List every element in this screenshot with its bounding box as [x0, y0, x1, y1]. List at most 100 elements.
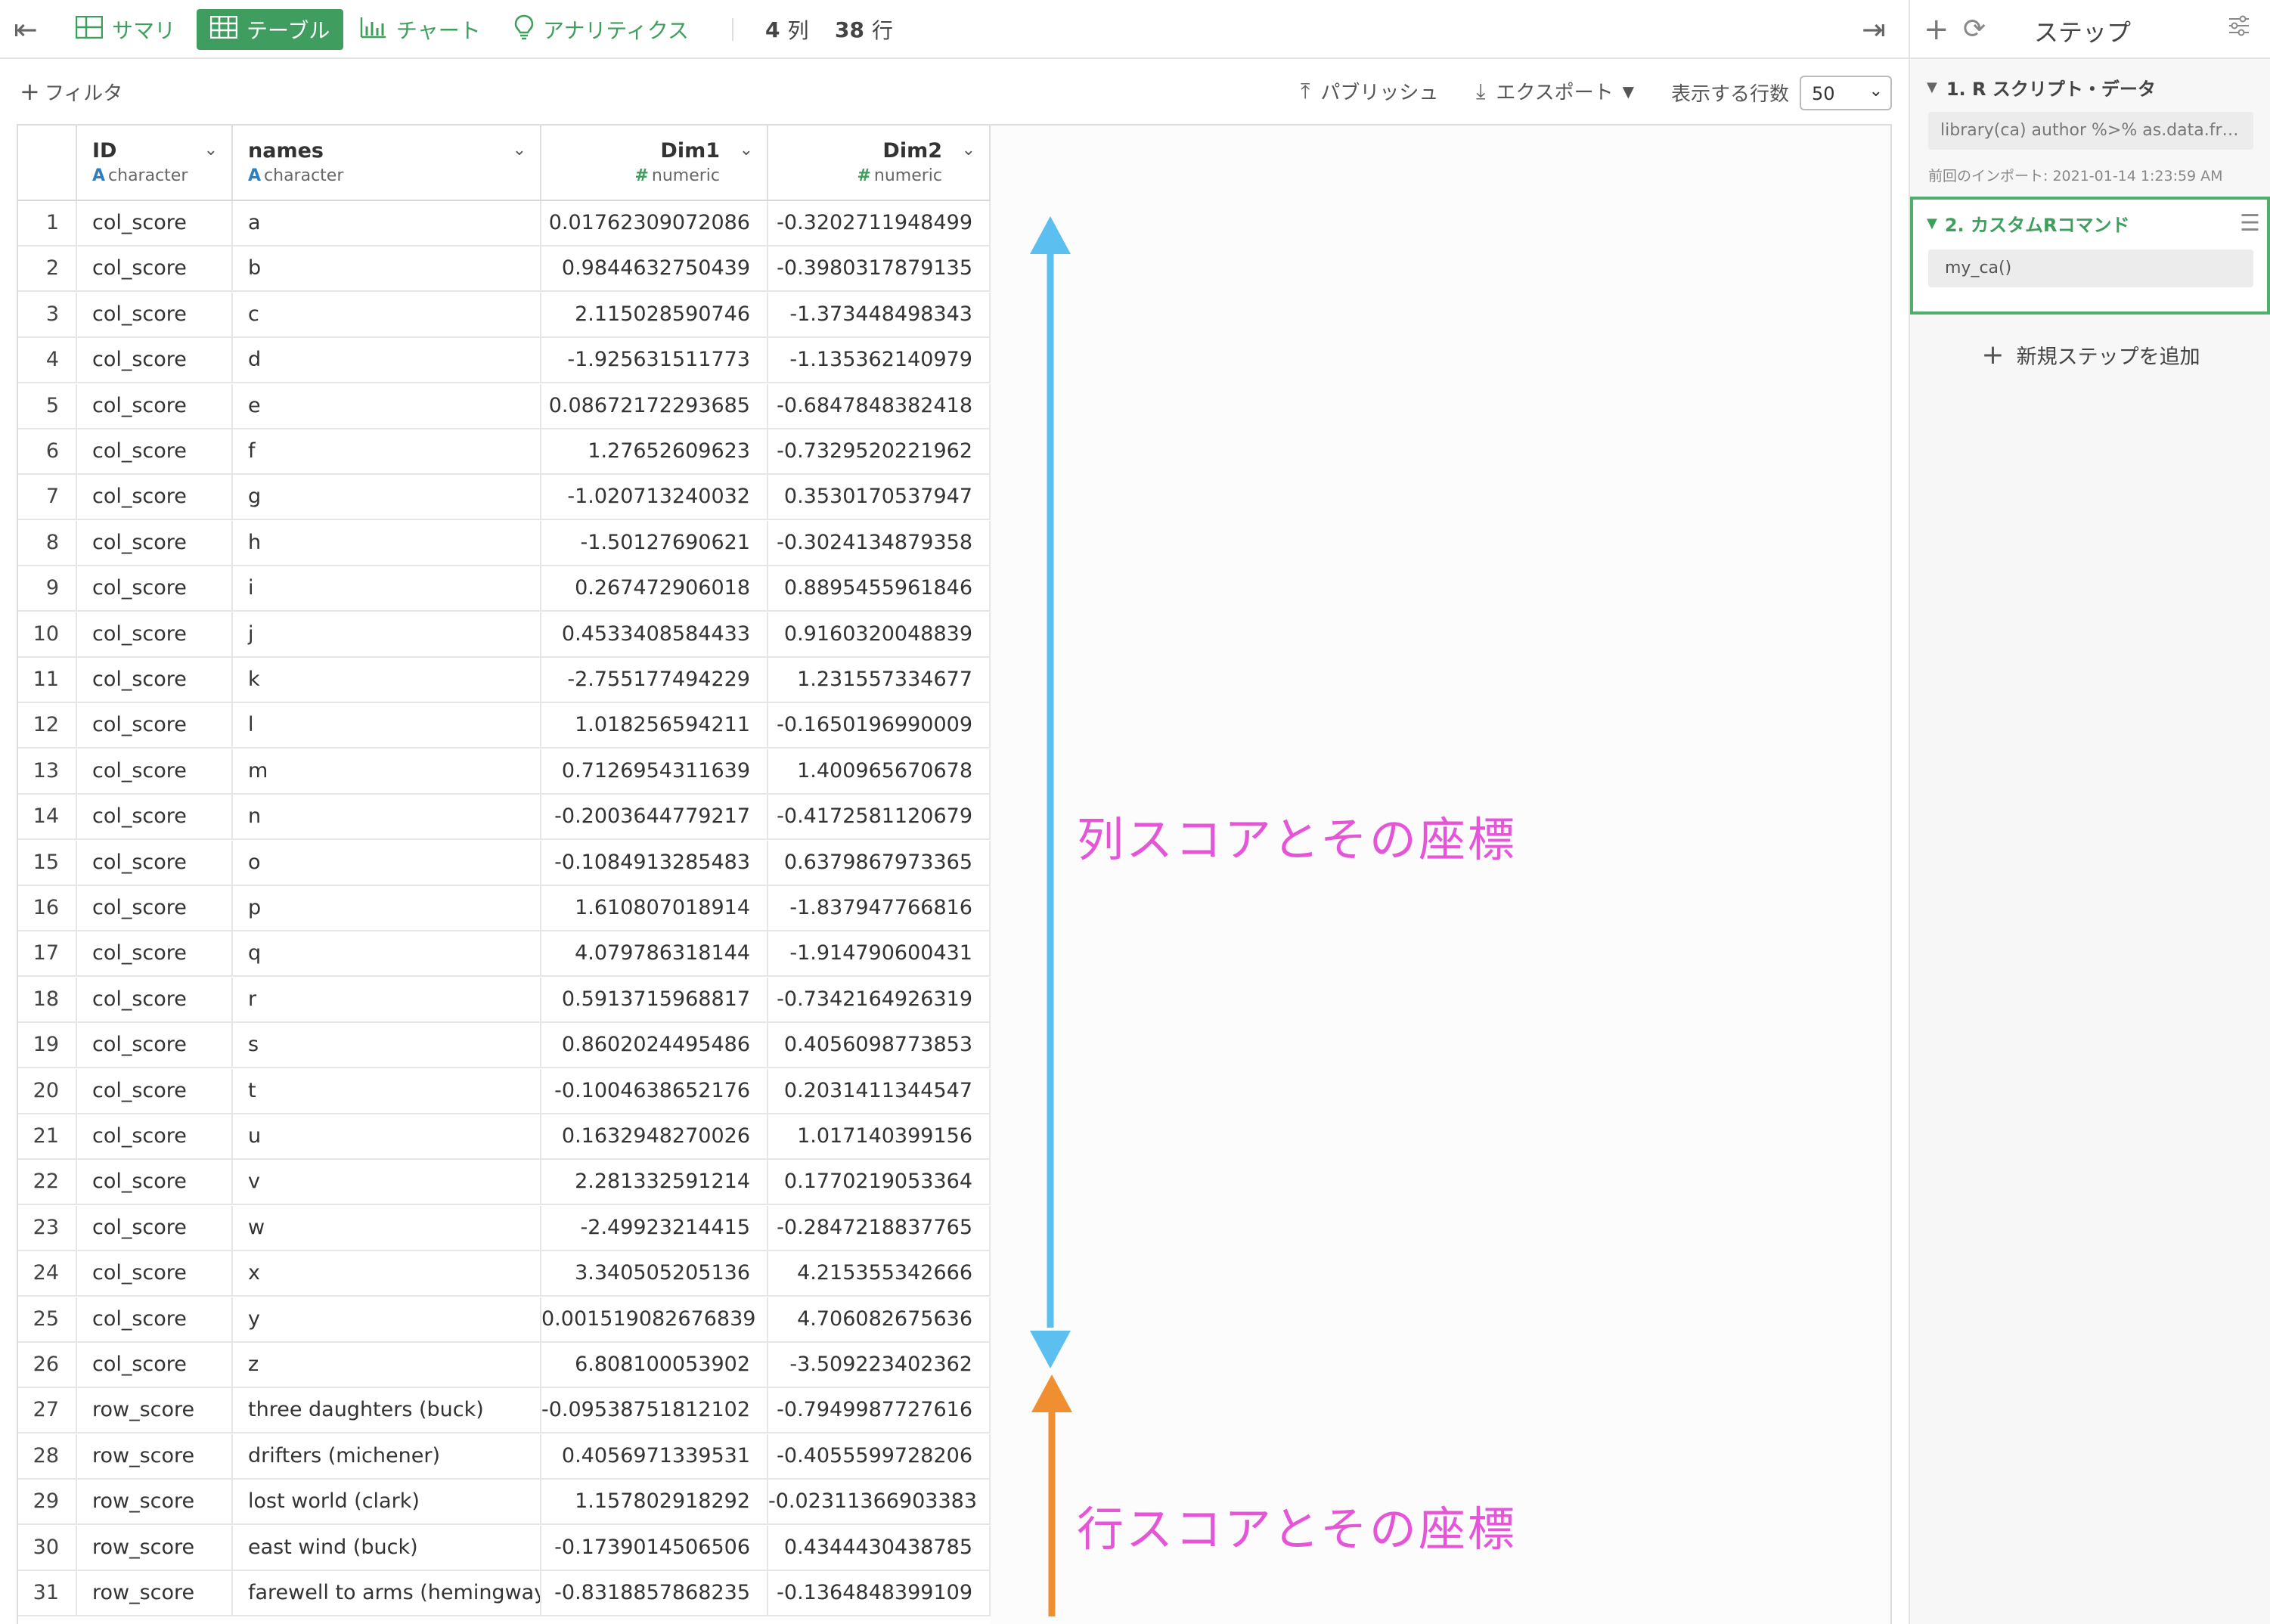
step-1-header[interactable]: ▼ 1. R スクリプト・データ — [1927, 74, 2156, 101]
names-cell: q — [233, 931, 541, 976]
table-row[interactable]: 5 col_score e 0.08672172293685 -0.6847848382… — [18, 383, 991, 429]
table-header: ID Acharacter ⌄ names Acharacter ⌄ Dim1 # numeri… — [18, 126, 991, 201]
row-index-header — [18, 126, 77, 200]
dim1-cell: 6.808100053902 — [541, 1343, 768, 1387]
tab-table[interactable]: テーブル — [197, 9, 344, 50]
dim1-cell: -0.2003644779217 — [541, 795, 768, 839]
table-row[interactable]: 27 row_score three daughters (buck) -0.0953… — [18, 1388, 991, 1434]
rows-shown-select[interactable]: 50 ⌄ — [1800, 76, 1892, 110]
column-type: # numeric — [634, 166, 720, 185]
table-row[interactable]: 19 col_score s 0.8602024495486 0.40560987738… — [18, 1023, 991, 1069]
table-row[interactable]: 4 col_score d -1.925631511773 -1.13536214097… — [18, 338, 991, 384]
chevron-down-icon: ⌄ — [1868, 82, 1883, 101]
table-row[interactable]: 12 col_score l 1.018256594211 -0.16501969900… — [18, 703, 991, 749]
dim2-cell: 0.6379867973365 — [768, 840, 991, 885]
id-cell: col_score — [77, 1023, 233, 1068]
column-header-dim2[interactable]: Dim2 # numeric ⌄ — [768, 126, 991, 200]
collapse-right-icon[interactable]: ⇥ — [1862, 0, 1886, 59]
table-row[interactable]: 2 col_score b 0.9844632750439 -0.39803178791… — [18, 246, 991, 293]
table-row[interactable]: 17 col_score q 4.079786318144 -1.91479060043… — [18, 931, 991, 978]
chart-icon — [360, 16, 387, 44]
tab-analytics[interactable]: アナリティクス — [514, 0, 689, 59]
column-header-names[interactable]: names Acharacter ⌄ — [233, 126, 541, 200]
rows-shown-label: 表示する行数 — [1671, 83, 1790, 106]
dim1-cell: 1.610807018914 — [541, 886, 768, 930]
export-dropdown[interactable]: ⤓ エクスポート ▼ — [1476, 77, 1634, 105]
add-filter-button[interactable]: + フィルタ — [20, 77, 122, 106]
id-cell: col_score — [77, 338, 233, 383]
names-cell: c — [233, 292, 541, 336]
steps-panel-header: + ⟳ ステップ — [1910, 0, 2270, 59]
table-row[interactable]: 1 col_score a 0.01762309072086 -0.3202711948… — [18, 201, 991, 246]
id-cell: col_score — [77, 886, 233, 930]
id-cell: row_score — [77, 1433, 233, 1478]
publish-button[interactable]: ⤒ パブリッシュ — [1301, 77, 1438, 105]
table-row[interactable]: 22 col_score v 2.281332591214 0.177021905336… — [18, 1160, 991, 1206]
names-cell: l — [233, 703, 541, 748]
id-cell: row_score — [77, 1571, 233, 1615]
id-cell: col_score — [77, 1205, 233, 1250]
table-row[interactable]: 25 col_score y 0.001519082676839 4.706082675… — [18, 1297, 991, 1343]
table-row[interactable]: 6 col_score f 1.27652609623 -0.7329520221962 — [18, 429, 991, 475]
step-1-code[interactable]: library(ca) author %>% as.data.fra... — [1928, 112, 2253, 150]
tab-chart-label: チャート — [396, 18, 481, 43]
table-row[interactable]: 31 row_score farewell to arms (hemingway) -… — [18, 1571, 991, 1616]
table-row[interactable]: 21 col_score u 0.1632948270026 1.01714039915… — [18, 1114, 991, 1160]
row-index-cell: 31 — [18, 1571, 77, 1615]
column-type-label: numeric — [873, 166, 942, 185]
table-row[interactable]: 13 col_score m 0.7126954311639 1.40096567067… — [18, 748, 991, 795]
column-menu-chevron-icon[interactable]: ⌄ — [740, 141, 753, 160]
table-row[interactable]: 16 col_score p 1.610807018914 -1.83794776681… — [18, 886, 991, 931]
step-2-code[interactable]: my_ca() — [1928, 249, 2253, 287]
column-menu-chevron-icon[interactable]: ⌄ — [204, 141, 218, 160]
table-row[interactable]: 11 col_score k -2.755177494229 1.23155733467… — [18, 658, 991, 703]
summary-grid-icon — [75, 15, 104, 44]
step-2-header[interactable]: ▼ 2. カスタムRコマンド — [1927, 210, 2130, 237]
row-index-cell: 15 — [18, 840, 77, 885]
table-row[interactable]: 9 col_score i 0.267472906018 0.8895455961846 — [18, 566, 991, 612]
table-row[interactable]: 30 row_score east wind (buck) -0.1739014506… — [18, 1525, 991, 1571]
names-cell: k — [233, 658, 541, 702]
row-index-cell: 10 — [18, 612, 77, 656]
row-index-cell: 12 — [18, 703, 77, 748]
table-row[interactable]: 29 row_score lost world (clark) 1.157802918… — [18, 1480, 991, 1526]
character-type-icon: A — [92, 166, 106, 185]
table-row[interactable]: 28 row_score drifters (michener) 0.40569713… — [18, 1433, 991, 1480]
data-table: ID Acharacter ⌄ names Acharacter ⌄ Dim1 # numeri… — [17, 124, 1892, 1624]
column-menu-chevron-icon[interactable]: ⌄ — [962, 141, 975, 160]
settings-sliders-icon[interactable] — [2228, 15, 2250, 42]
collapse-left-icon[interactable]: ⇤ — [14, 0, 38, 59]
rows-shown-value: 50 — [1812, 83, 1835, 104]
table-row[interactable]: 10 col_score j 0.4533408584433 0.91603200488… — [18, 612, 991, 658]
caret-down-icon: ▼ — [1927, 79, 1937, 95]
tab-chart[interactable]: チャート — [360, 0, 481, 59]
table-row[interactable]: 3 col_score c 2.115028590746 -1.373448498343 — [18, 292, 991, 338]
dim2-cell: 0.9160320048839 — [768, 612, 991, 656]
row-index-cell: 1 — [18, 201, 77, 245]
column-header-id[interactable]: ID Acharacter ⌄ — [77, 126, 233, 200]
download-icon: ⤓ — [1476, 78, 1486, 104]
table-row[interactable]: 24 col_score x 3.340505205136 4.215355342666 — [18, 1251, 991, 1297]
add-step-plus-icon[interactable]: + — [1924, 12, 1949, 47]
table-row[interactable]: 15 col_score o -0.1084913285483 0.6379867973… — [18, 840, 991, 886]
add-step-button[interactable]: + 新規ステップを追加 — [1910, 336, 2270, 373]
table-row[interactable]: 20 col_score t -0.1004638652176 0.2031411344… — [18, 1068, 991, 1114]
id-cell: col_score — [77, 429, 233, 473]
row-index-cell: 29 — [18, 1480, 77, 1524]
menu-icon[interactable]: ☰ — [2240, 210, 2260, 237]
table-row[interactable]: 14 col_score n -0.2003644779217 -0.417258112… — [18, 795, 991, 841]
column-header-dim1[interactable]: Dim1 # numeric ⌄ — [541, 126, 768, 200]
column-menu-chevron-icon[interactable]: ⌄ — [513, 141, 526, 160]
id-cell: col_score — [77, 931, 233, 976]
id-cell: col_score — [77, 246, 233, 291]
table-row[interactable]: 26 col_score z 6.808100053902 -3.50922340236… — [18, 1343, 991, 1388]
row-index-cell: 19 — [18, 1023, 77, 1068]
tab-summary[interactable]: サマリ — [75, 0, 175, 59]
table-row[interactable]: 23 col_score w -2.49923214415 -0.28472188377… — [18, 1205, 991, 1251]
plus-icon: + — [20, 77, 40, 106]
step-2-card[interactable]: ▼ 2. カスタムRコマンド ☰ my_ca() — [1910, 197, 2270, 315]
table-row[interactable]: 8 col_score h -1.50127690621 -0.302413487935… — [18, 520, 991, 566]
refresh-icon[interactable]: ⟳ — [1963, 14, 1986, 45]
table-row[interactable]: 18 col_score r 0.5913715968817 -0.7342164926… — [18, 977, 991, 1023]
table-row[interactable]: 7 col_score g -1.020713240032 0.353017053794… — [18, 475, 991, 521]
